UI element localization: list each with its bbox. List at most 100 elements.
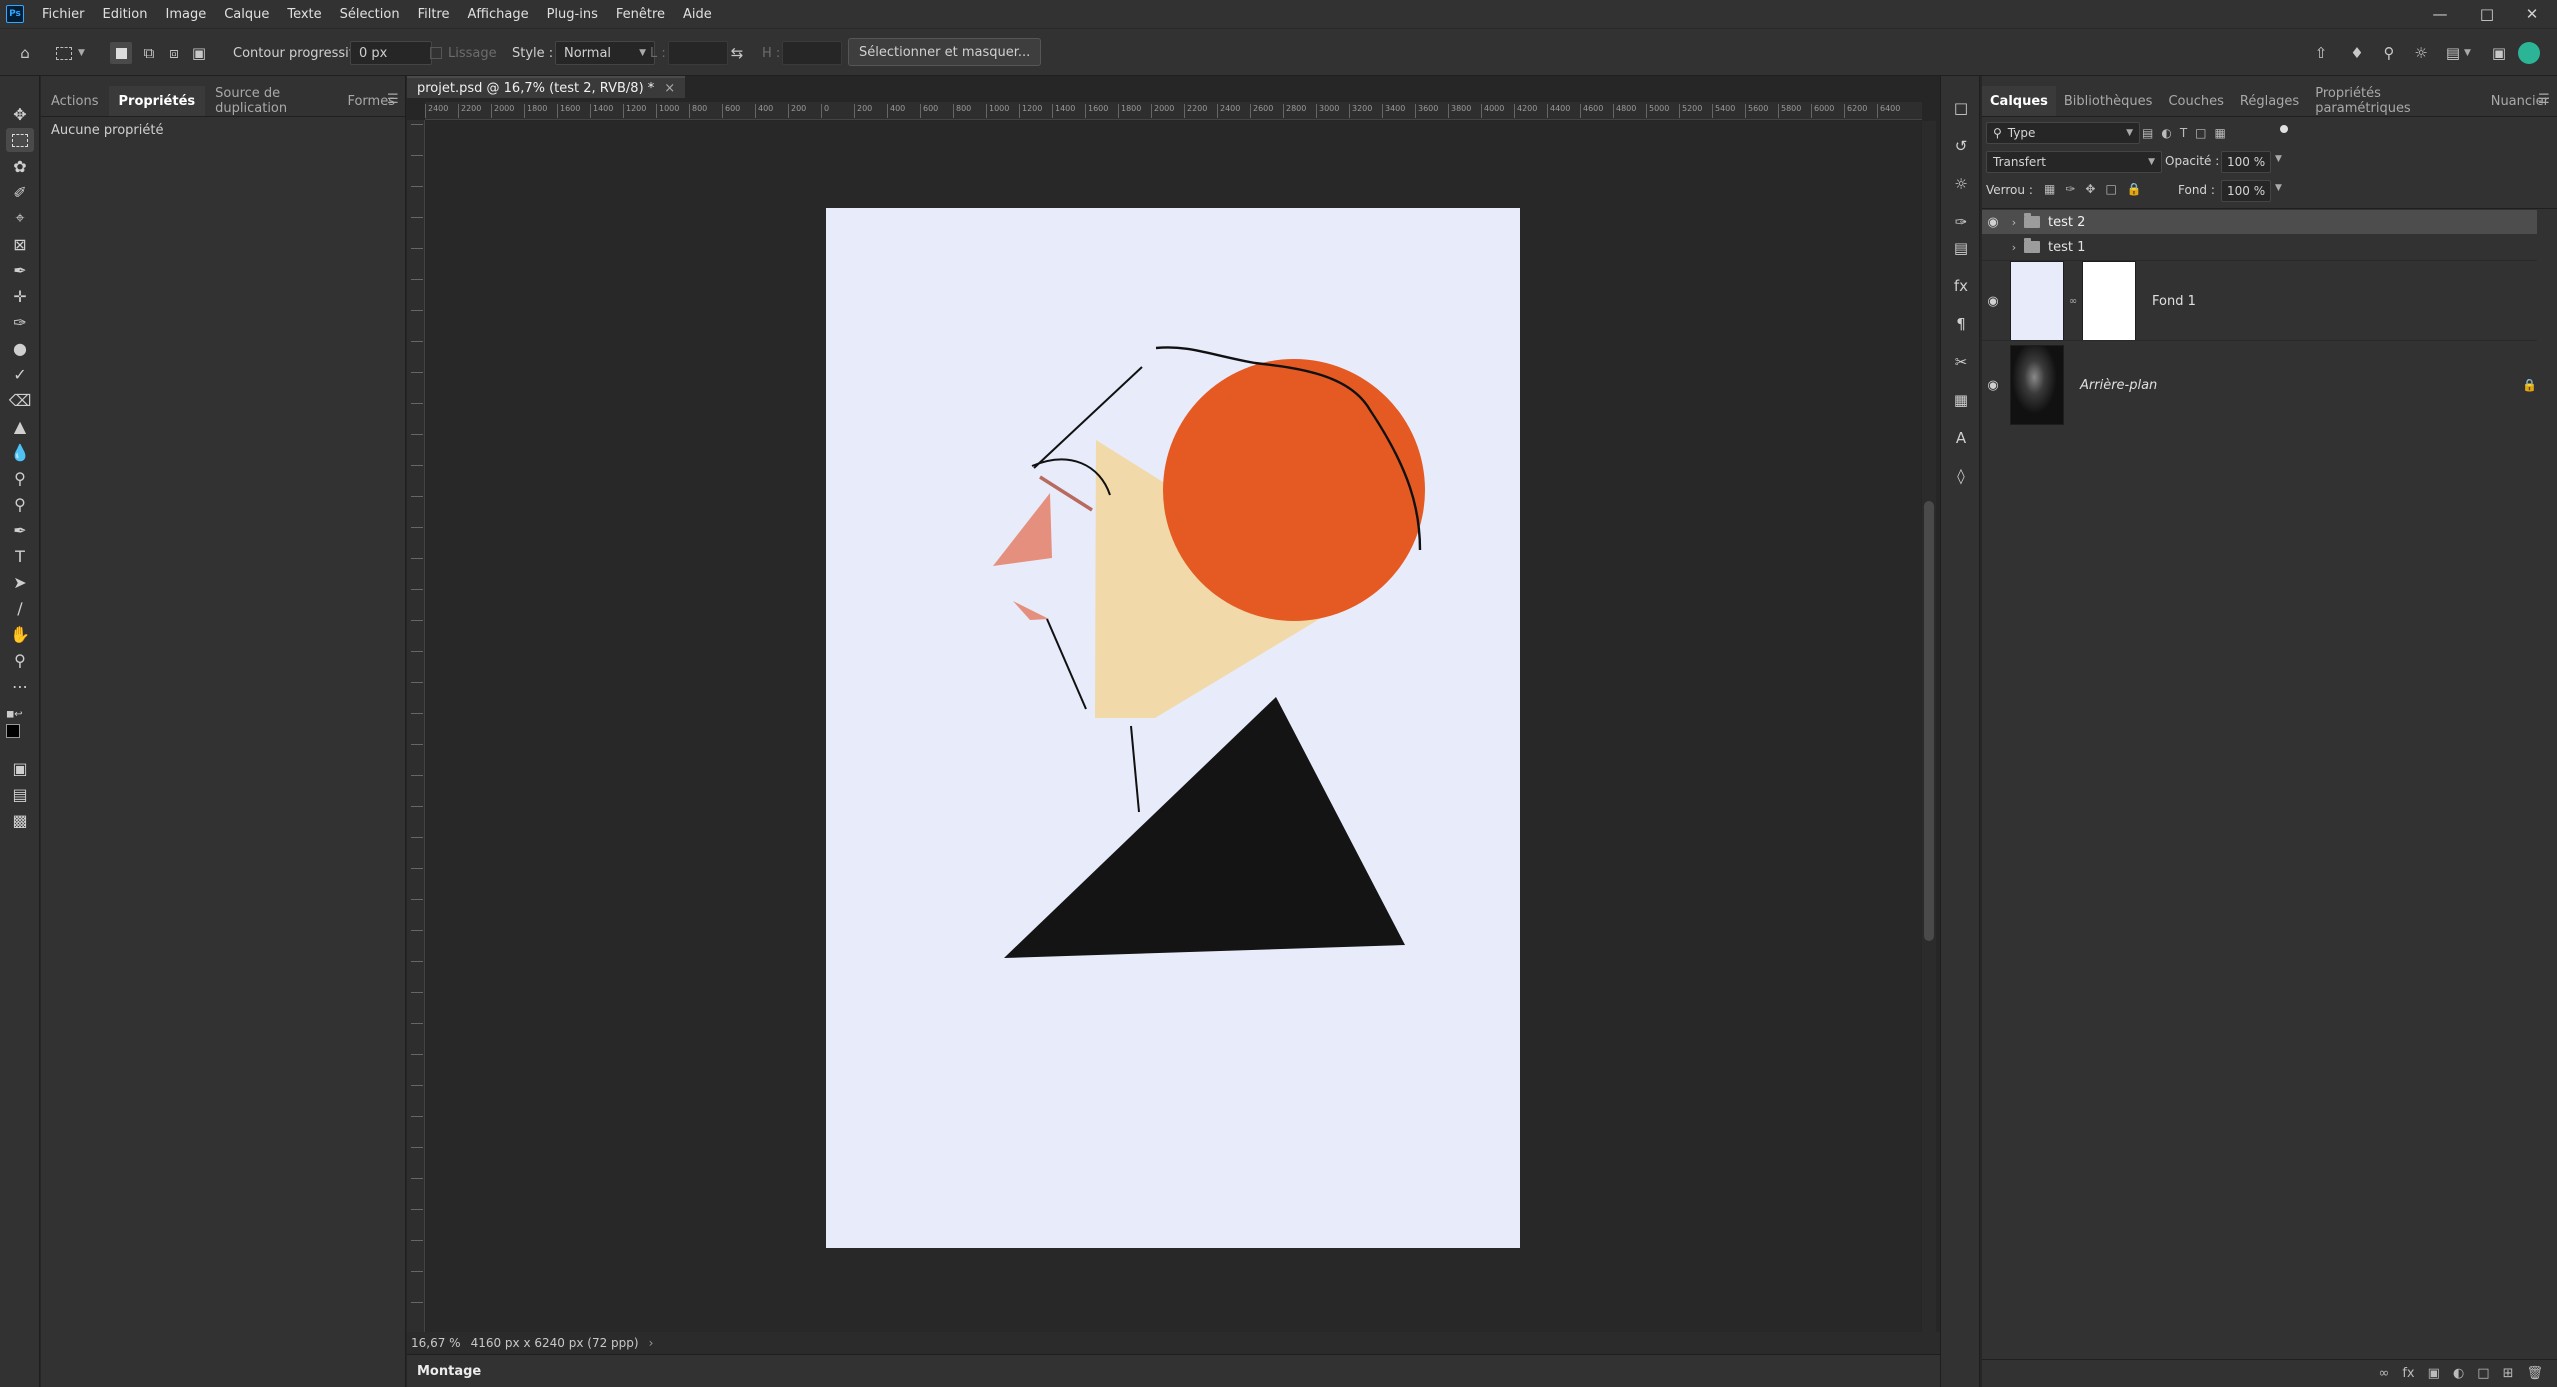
opacity-input[interactable]: 100 %: [2221, 151, 2271, 173]
link-layers-icon[interactable]: ∞: [2379, 1366, 2390, 1381]
adjustments-icon[interactable]: ☼: [1949, 172, 1973, 196]
canvas-viewport[interactable]: [426, 121, 1921, 1339]
height-input[interactable]: [782, 41, 842, 65]
tool-presets-icon[interactable]: ✂: [1949, 350, 1973, 374]
panel-menu-icon[interactable]: ☰: [2538, 92, 2550, 107]
lock-position-icon[interactable]: ✥: [2085, 182, 2095, 196]
tab-channels[interactable]: Couches: [2160, 86, 2231, 116]
artboard-icon[interactable]: ▩: [6, 808, 34, 832]
paint-bucket-tool-icon[interactable]: ▲: [6, 414, 34, 438]
menu-fichier[interactable]: Fichier: [42, 7, 85, 22]
search-icon[interactable]: ⚲: [2378, 41, 2400, 65]
swap-dimensions-icon[interactable]: ⇆: [726, 41, 748, 65]
tab-layers[interactable]: Calques: [1982, 86, 2056, 116]
line-tool-icon[interactable]: ∕: [6, 596, 34, 620]
zoom-blur-tool-icon[interactable]: ⚲: [6, 492, 34, 516]
width-input[interactable]: [668, 41, 728, 65]
filter-toggle-icon[interactable]: [2280, 125, 2288, 133]
layer-comps-icon[interactable]: ▦: [1949, 388, 1973, 412]
foreground-color-swatch[interactable]: [6, 724, 20, 738]
artwork[interactable]: [426, 121, 1921, 1339]
history-brush-tool-icon[interactable]: ✓: [6, 362, 34, 386]
menu-calque[interactable]: Calque: [224, 7, 269, 22]
quick-mask-icon[interactable]: ▣: [6, 756, 34, 780]
zoom-level[interactable]: 16,67 %: [411, 1336, 461, 1350]
menu-edition[interactable]: Edition: [103, 7, 148, 22]
vertical-scrollbar[interactable]: [1922, 121, 1936, 1332]
lasso-tool-icon[interactable]: ✿: [6, 154, 34, 178]
menu-plugins[interactable]: Plug-ins: [547, 7, 598, 22]
paragraph-icon[interactable]: ¶: [1949, 312, 1973, 336]
style-select[interactable]: Normal ▼: [555, 41, 655, 65]
add-mask-icon[interactable]: ▣: [2428, 1366, 2440, 1381]
menu-aide[interactable]: Aide: [683, 7, 712, 22]
avatar[interactable]: [2518, 41, 2540, 65]
smart-object-filter-icon[interactable]: ▦: [2215, 126, 2226, 140]
new-selection-icon[interactable]: [110, 41, 132, 65]
layer-row[interactable]: › test 1: [1982, 235, 2537, 259]
document-tab[interactable]: projet.psd @ 16,7% (test 2, RVB/8) * ×: [407, 76, 686, 98]
close-icon[interactable]: ✕: [2512, 0, 2552, 28]
menu-fenetre[interactable]: Fenêtre: [616, 7, 665, 22]
smoothing-checkbox[interactable]: Lissage: [430, 41, 497, 65]
visibility-eye-icon[interactable]: ◉: [1982, 378, 2004, 393]
type-tool-icon[interactable]: T: [6, 544, 34, 568]
select-and-mask-button[interactable]: Sélectionner et masquer...: [848, 38, 1042, 66]
opacity-chevron-icon[interactable]: ▼: [2275, 154, 2282, 164]
intersect-selection-icon[interactable]: ▣: [188, 41, 210, 65]
layer-mask-thumbnail[interactable]: [2082, 261, 2136, 341]
layer-row[interactable]: ◉ › test 2: [1982, 210, 2537, 234]
pen-tool-icon[interactable]: ✒: [6, 518, 34, 542]
history-icon[interactable]: ↺: [1949, 134, 1973, 158]
styles-icon[interactable]: fx: [1949, 274, 1973, 298]
fill-input[interactable]: 100 %: [2221, 180, 2271, 202]
tab-montage[interactable]: Montage: [417, 1364, 481, 1379]
fx-icon[interactable]: fx: [2402, 1366, 2414, 1381]
menu-image[interactable]: Image: [165, 7, 206, 22]
adjustment-filter-icon[interactable]: ◐: [2161, 126, 2171, 140]
notifications-icon[interactable]: ♦: [2346, 41, 2368, 65]
subtract-selection-icon[interactable]: ⧈: [163, 41, 185, 65]
clone-stamp-tool-icon[interactable]: ●: [6, 336, 34, 360]
tab-clone-source[interactable]: Source de duplication: [205, 86, 337, 116]
paths-icon[interactable]: ◊: [1949, 464, 1973, 488]
visibility-eye-icon[interactable]: ◉: [1982, 294, 2004, 309]
shape-filter-icon[interactable]: □: [2195, 126, 2206, 140]
new-group-icon[interactable]: □: [2477, 1366, 2489, 1381]
photoshop-logo-icon[interactable]: Ps: [6, 5, 24, 23]
blend-mode-select[interactable]: Transfert ▼: [1986, 151, 2162, 173]
adjustment-layer-icon[interactable]: ◐: [2453, 1366, 2464, 1381]
hand-tool-icon[interactable]: ✋: [6, 622, 34, 646]
comments-icon[interactable]: □: [1949, 96, 1973, 120]
lock-all-icon[interactable]: 🔒: [2127, 182, 2142, 196]
maximize-icon[interactable]: □: [2467, 0, 2507, 28]
marquee-tool-preset-icon[interactable]: ▼: [56, 41, 85, 65]
menu-filtre[interactable]: Filtre: [418, 7, 450, 22]
quick-selection-tool-icon[interactable]: ✐: [6, 180, 34, 204]
menu-selection[interactable]: Sélection: [340, 7, 400, 22]
layer-row[interactable]: ◉ Arrière-plan 🔒: [1982, 340, 2537, 429]
blur-tool-icon[interactable]: 💧: [6, 440, 34, 464]
close-document-icon[interactable]: ×: [664, 81, 675, 96]
healing-brush-tool-icon[interactable]: ✛: [6, 284, 34, 308]
marquee-tool-icon[interactable]: [6, 128, 34, 152]
workspace-icon[interactable]: ▤ ▼: [2442, 41, 2471, 65]
expand-chevron-icon[interactable]: ›: [2004, 241, 2024, 254]
pixel-filter-icon[interactable]: ▤: [2142, 126, 2153, 140]
tab-parametric-properties[interactable]: Propriétés paramétriques: [2307, 86, 2483, 116]
new-layer-icon[interactable]: ⊞: [2503, 1366, 2514, 1381]
status-chevron-icon[interactable]: ›: [649, 1336, 654, 1350]
menu-texte[interactable]: Texte: [287, 7, 321, 22]
fill-chevron-icon[interactable]: ▼: [2275, 183, 2282, 193]
lock-pixels-icon[interactable]: ✑: [2065, 182, 2075, 196]
brushes-icon[interactable]: ✑: [1949, 210, 1973, 234]
cloud-docs-icon[interactable]: ▣: [2488, 41, 2510, 65]
zoom-tool-icon[interactable]: ⚲: [6, 648, 34, 672]
tab-properties[interactable]: Propriétés: [108, 86, 206, 116]
character-icon[interactable]: A: [1949, 426, 1973, 450]
screen-mode-icon[interactable]: ▤: [6, 782, 34, 806]
crop-tool-icon[interactable]: ⌖: [6, 206, 34, 230]
dodge-tool-icon[interactable]: ⚲: [6, 466, 34, 490]
expand-chevron-icon[interactable]: ›: [2004, 216, 2024, 229]
panel-menu-icon[interactable]: ☰: [387, 92, 399, 107]
